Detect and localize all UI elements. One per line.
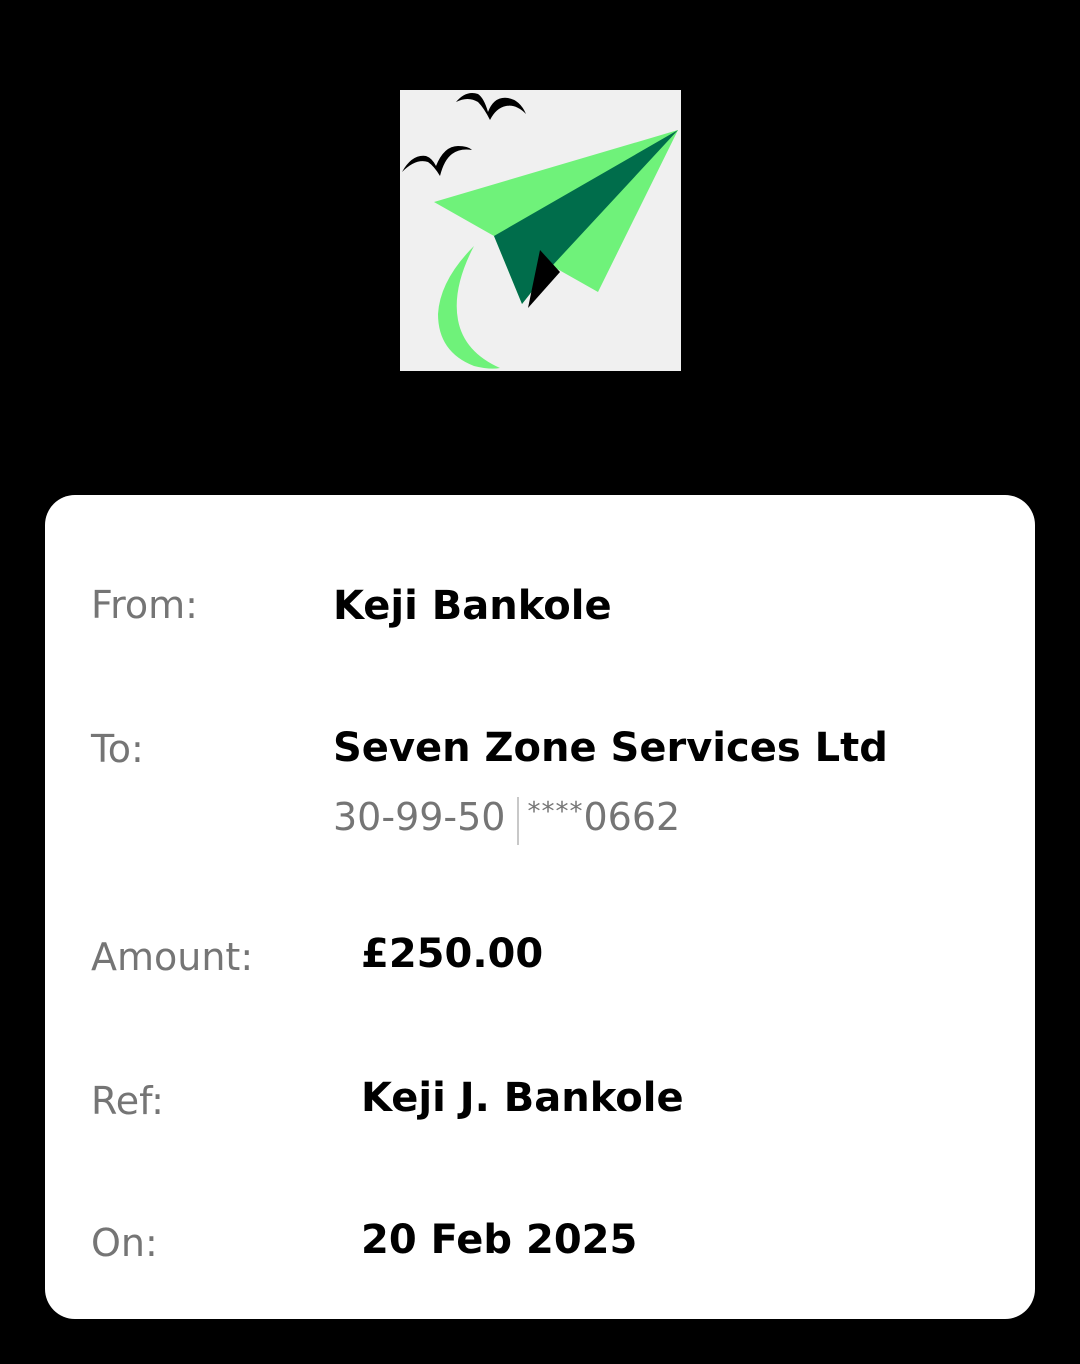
transfer-details-card: From: Keji Bankole To: Seven Zone Servic… <box>45 495 1035 1319</box>
amount-value: £250.00 <box>361 931 544 977</box>
to-value: Seven Zone Services Ltd <box>333 725 888 771</box>
amount-label: Amount: <box>91 935 254 979</box>
on-label: On: <box>91 1221 158 1265</box>
account-last4: 0662 <box>583 795 681 839</box>
account-details: 30-99-50 ****0662 <box>333 793 680 845</box>
ref-value: Keji J. Bankole <box>361 1075 684 1121</box>
to-label: To: <box>91 727 144 771</box>
account-divider <box>517 797 520 845</box>
on-value: 20 Feb 2025 <box>361 1217 638 1263</box>
from-label: From: <box>91 583 198 627</box>
from-value: Keji Bankole <box>333 583 612 629</box>
paper-plane-logo-icon <box>402 93 678 369</box>
account-number: ****0662 <box>527 795 680 839</box>
account-mask: **** <box>527 797 584 827</box>
sort-code: 30-99-50 <box>333 795 506 839</box>
ref-label: Ref: <box>91 1079 164 1123</box>
app-logo <box>400 90 681 371</box>
